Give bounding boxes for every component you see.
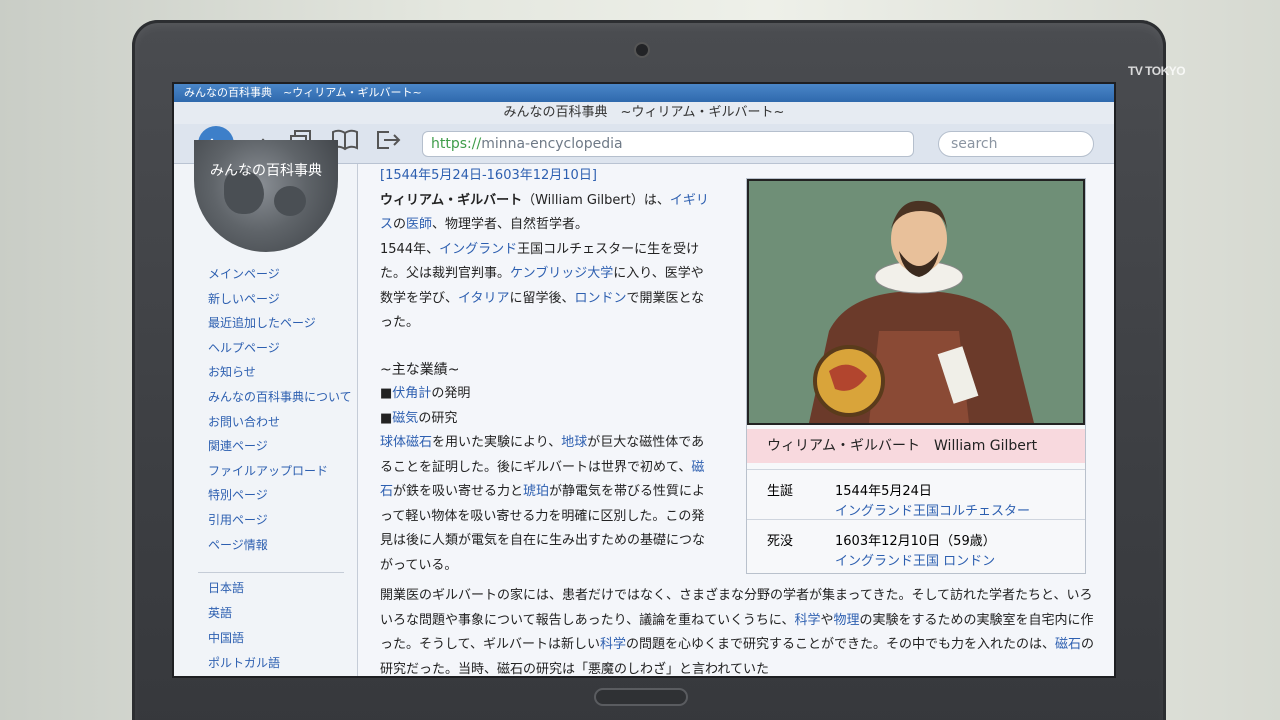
link-kyutai-jishaku[interactable]: 球体磁石 (380, 435, 432, 450)
birth-date: 1544年5月24日 (835, 484, 932, 499)
tv-watermark: TV TOKYO (1128, 64, 1186, 78)
exit-icon[interactable] (372, 128, 406, 160)
intro-paragraph: ウィリアム・ギルバート（William Gilbert）は、イギリスの医師、物理… (380, 189, 716, 238)
text: が鉄を吸い寄せる力と (393, 484, 524, 499)
text: を用いた実験により、 (432, 435, 562, 450)
url-protocol: https:// (431, 136, 482, 152)
text: 、物理学者、自然哲学者。 (432, 217, 589, 232)
link-italy[interactable]: イタリア (458, 291, 509, 306)
sidebar-item-help[interactable]: ヘルプページ (208, 336, 352, 361)
bullet-mark: ■ (380, 386, 393, 401)
tab[interactable]: みんなの百科事典 ~ウィリアム・ギルバート~ (174, 84, 1114, 102)
link-england[interactable]: イングランド (439, 242, 517, 257)
infobox-caption: ウィリアム・ギルバート William Gilbert (747, 429, 1085, 463)
sidebar-divider (198, 572, 344, 573)
language-item[interactable]: 中国語 (208, 626, 280, 651)
sidebar-item-contact[interactable]: お問い合わせ (208, 410, 352, 435)
text: の問題を心ゆくまで研究することができた。その中でも力を入れたのは、 (625, 637, 1055, 652)
sidebar-item-news[interactable]: お知らせ (208, 360, 352, 385)
link-jiki[interactable]: 磁気 (392, 411, 418, 426)
bio-paragraph: 1544年、イングランド王国コルチェスターに生を受けた。父は裁判官判事。ケンブリ… (380, 238, 716, 336)
life-dates: [1544年5月24日-1603年12月10日] (380, 168, 597, 183)
portrait-image (747, 179, 1085, 425)
link-fukkakukei[interactable]: 伏角計 (392, 386, 431, 401)
sidebar-item-related[interactable]: 関連ページ (208, 434, 352, 459)
logo-text: みんなの百科事典 (210, 163, 322, 179)
bullet-item: ■伏角計の発明 (380, 382, 716, 407)
browser-window: みんなの百科事典 ~ウィリアム・ギルバート~ みんなの百科事典 ~ウィリアム・ギ… (172, 82, 1116, 678)
sidebar-item-special[interactable]: 特別ページ (208, 483, 352, 508)
text: の発明 (431, 386, 471, 401)
webcam-icon (634, 42, 650, 58)
language-item[interactable]: 英語 (208, 601, 280, 626)
text: に留学後、 (509, 290, 575, 306)
sidebar-nav: メインページ 新しいページ 最近追加したページ ヘルプページ お知らせ みんなの… (208, 262, 352, 557)
language-nav: 日本語 英語 中国語 ポルトガル語 (208, 576, 280, 676)
death-row: 死没 1603年12月10日（59歳） イングランド王国 ロンドン (747, 519, 1085, 575)
link-chikyu[interactable]: 地球 (561, 435, 587, 450)
birth-row: 生誕 1544年5月24日 イングランド王国コルチェスター (747, 469, 1085, 519)
language-item[interactable]: ポルトガル語 (208, 651, 280, 676)
address-bar[interactable]: https://minna-encyclopedia (422, 131, 914, 157)
sidebar-item-main[interactable]: メインページ (208, 262, 352, 287)
death-label: 死没 (767, 534, 794, 549)
sidebar-item-new[interactable]: 新しいページ (208, 287, 352, 312)
birth-place-link[interactable]: イングランド王国コルチェスター (835, 500, 1030, 519)
sidebar: みんなの百科事典 メインページ 新しいページ 最近追加したページ ヘルプページ … (174, 140, 358, 676)
sidebar-item-about[interactable]: みんなの百科事典について (208, 385, 352, 410)
death-place-link[interactable]: イングランド王国 ロンドン (835, 550, 995, 569)
section-heading: ~主な業績~ (380, 361, 460, 378)
text: や (820, 612, 834, 628)
language-item[interactable]: 日本語 (208, 576, 280, 601)
globe-land (274, 186, 306, 216)
sidebar-item-recent[interactable]: 最近追加したページ (208, 311, 352, 336)
article-body: [1544年5月24日-1603年12月10日] ウィリアム・ギルバート（Wil… (380, 164, 716, 578)
death-date: 1603年12月10日（59歳） (835, 534, 996, 549)
lower-paragraph: 開業医のギルバートの家には、患者だけではなく、さまざまな分野の学者が集まってきた… (380, 584, 1096, 676)
bullet-item: ■磁気の研究 (380, 407, 716, 432)
link-kohaku[interactable]: 琥珀 (523, 484, 549, 499)
text: （William Gilbert）は、 (522, 192, 670, 208)
search-input[interactable]: search (938, 131, 1094, 157)
sidebar-item-page-info[interactable]: ページ情報 (208, 533, 352, 558)
article-subject: ウィリアム・ギルバート (380, 192, 523, 208)
link-jishaku[interactable]: 磁石 (1055, 637, 1081, 652)
window-title: みんなの百科事典 ~ウィリアム・ギルバート~ (174, 102, 1114, 124)
link-kagaku[interactable]: 科学 (794, 613, 820, 628)
link-kagaku[interactable]: 科学 (600, 637, 626, 652)
site-logo[interactable]: みんなの百科事典 (194, 140, 338, 252)
sidebar-item-citation[interactable]: 引用ページ (208, 508, 352, 533)
link-london[interactable]: ロンドン (575, 291, 627, 306)
text: の研究 (418, 410, 458, 426)
page-content: みんなの百科事典 メインページ 新しいページ 最近追加したページ ヘルプページ … (174, 140, 1114, 676)
sidebar-item-upload[interactable]: ファイルアップロード (208, 459, 352, 484)
birth-label: 生誕 (767, 484, 794, 499)
text: 1544年、 (380, 241, 440, 257)
infobox: ウィリアム・ギルバート William Gilbert 生誕 1544年5月24… (746, 178, 1086, 574)
url-text: minna-encyclopedia (481, 136, 623, 152)
discovery-paragraph: 球体磁石を用いた実験により、地球が巨大な磁性体であることを証明した。後にギルバー… (380, 431, 716, 578)
laptop-hinge (594, 688, 688, 706)
link-cambridge[interactable]: ケンブリッジ大学 (510, 266, 613, 281)
link-butsuri[interactable]: 物理 (833, 613, 859, 628)
link-ishi[interactable]: 医師 (406, 217, 432, 232)
bullet-mark: ■ (380, 410, 393, 426)
text: の (393, 217, 407, 232)
